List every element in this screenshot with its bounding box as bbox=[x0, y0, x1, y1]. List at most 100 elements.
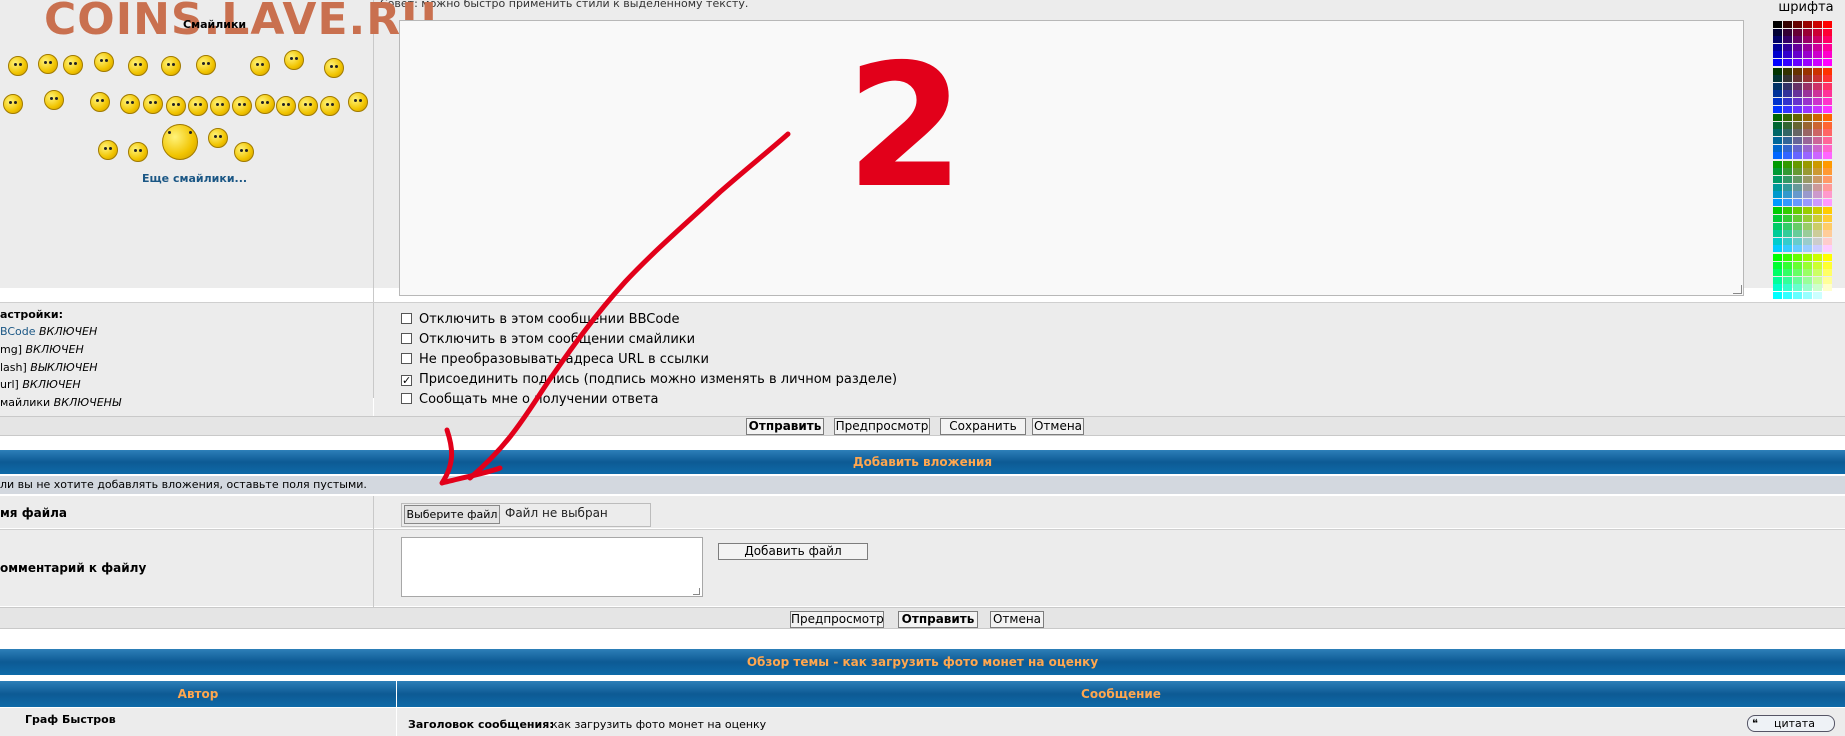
palette-color-swatch[interactable] bbox=[1803, 276, 1812, 284]
smiley-icon[interactable] bbox=[8, 56, 28, 76]
palette-color-swatch[interactable] bbox=[1793, 121, 1802, 129]
palette-color-swatch[interactable] bbox=[1793, 82, 1802, 90]
palette-color-swatch[interactable] bbox=[1813, 90, 1822, 98]
palette-color-swatch[interactable] bbox=[1823, 207, 1832, 215]
palette-color-swatch[interactable] bbox=[1823, 191, 1832, 199]
palette-color-swatch[interactable] bbox=[1783, 276, 1792, 284]
palette-color-swatch[interactable] bbox=[1823, 215, 1832, 222]
palette-color-swatch[interactable] bbox=[1793, 160, 1802, 168]
palette-color-swatch[interactable] bbox=[1813, 198, 1822, 206]
palette-color-swatch[interactable] bbox=[1793, 28, 1802, 36]
palette-color-swatch[interactable] bbox=[1793, 215, 1802, 222]
palette-color-swatch[interactable] bbox=[1823, 222, 1832, 230]
palette-color-swatch[interactable] bbox=[1773, 261, 1782, 269]
palette-color-swatch[interactable] bbox=[1793, 137, 1802, 144]
smiley-icon[interactable] bbox=[90, 92, 110, 112]
palette-color-swatch[interactable] bbox=[1783, 284, 1792, 292]
palette-color-swatch[interactable] bbox=[1783, 137, 1792, 144]
smiley-icon[interactable] bbox=[320, 96, 340, 116]
palette-color-swatch[interactable] bbox=[1813, 144, 1822, 152]
submit-button[interactable]: Отправить bbox=[898, 611, 978, 628]
palette-color-swatch[interactable] bbox=[1793, 230, 1802, 238]
palette-color-swatch[interactable] bbox=[1803, 168, 1812, 176]
palette-color-swatch[interactable] bbox=[1783, 245, 1792, 253]
palette-color-swatch[interactable] bbox=[1813, 237, 1822, 245]
palette-color-swatch[interactable] bbox=[1783, 144, 1792, 152]
palette-color-swatch[interactable] bbox=[1823, 168, 1832, 176]
palette-color-swatch[interactable] bbox=[1783, 237, 1792, 245]
palette-color-swatch[interactable] bbox=[1773, 152, 1782, 160]
palette-color-swatch[interactable] bbox=[1823, 230, 1832, 238]
palette-color-swatch[interactable] bbox=[1793, 51, 1802, 59]
palette-color-swatch[interactable] bbox=[1823, 292, 1832, 299]
palette-color-swatch[interactable] bbox=[1793, 114, 1802, 122]
palette-color-swatch[interactable] bbox=[1823, 198, 1832, 206]
smiley-icon[interactable] bbox=[208, 128, 228, 148]
palette-color-swatch[interactable] bbox=[1803, 144, 1812, 152]
palette-color-swatch[interactable] bbox=[1813, 129, 1822, 137]
cancel-button[interactable]: Отмена bbox=[990, 611, 1044, 628]
palette-color-swatch[interactable] bbox=[1803, 261, 1812, 269]
palette-color-swatch[interactable] bbox=[1773, 21, 1782, 28]
option-notify-reply[interactable]: Сообщать мне о получении ответа bbox=[401, 391, 659, 409]
palette-color-swatch[interactable] bbox=[1823, 43, 1832, 51]
smiley-icon[interactable] bbox=[284, 50, 304, 70]
smiley-icon[interactable] bbox=[94, 52, 114, 72]
palette-color-swatch[interactable] bbox=[1813, 152, 1822, 160]
palette-color-swatch[interactable] bbox=[1783, 121, 1792, 129]
palette-color-swatch[interactable] bbox=[1783, 198, 1792, 206]
palette-color-swatch[interactable] bbox=[1813, 183, 1822, 191]
palette-color-swatch[interactable] bbox=[1803, 137, 1812, 144]
palette-color-swatch[interactable] bbox=[1793, 36, 1802, 44]
palette-color-swatch[interactable] bbox=[1773, 160, 1782, 168]
palette-color-swatch[interactable] bbox=[1803, 105, 1812, 113]
palette-color-swatch[interactable] bbox=[1793, 276, 1802, 284]
palette-color-swatch[interactable] bbox=[1803, 191, 1812, 199]
palette-color-swatch[interactable] bbox=[1803, 43, 1812, 51]
smiley-icon[interactable] bbox=[324, 58, 344, 78]
palette-color-swatch[interactable] bbox=[1773, 183, 1782, 191]
palette-color-swatch[interactable] bbox=[1823, 36, 1832, 44]
palette-color-swatch[interactable] bbox=[1773, 105, 1782, 113]
palette-color-swatch[interactable] bbox=[1803, 114, 1812, 122]
palette-color-swatch[interactable] bbox=[1823, 114, 1832, 122]
palette-color-swatch[interactable] bbox=[1773, 237, 1782, 245]
palette-color-swatch[interactable] bbox=[1783, 28, 1792, 36]
palette-color-swatch[interactable] bbox=[1773, 222, 1782, 230]
palette-color-swatch[interactable] bbox=[1803, 21, 1812, 28]
palette-color-swatch[interactable] bbox=[1793, 59, 1802, 66]
palette-color-swatch[interactable] bbox=[1823, 261, 1832, 269]
palette-color-swatch[interactable] bbox=[1793, 245, 1802, 253]
palette-color-swatch[interactable] bbox=[1813, 176, 1822, 183]
smiley-icon[interactable] bbox=[161, 56, 181, 76]
palette-color-swatch[interactable] bbox=[1813, 215, 1822, 222]
palette-color-swatch[interactable] bbox=[1823, 254, 1832, 261]
palette-color-swatch[interactable] bbox=[1773, 168, 1782, 176]
palette-color-swatch[interactable] bbox=[1773, 121, 1782, 129]
palette-color-swatch[interactable] bbox=[1773, 67, 1782, 75]
palette-color-swatch[interactable] bbox=[1783, 269, 1792, 277]
palette-color-swatch[interactable] bbox=[1823, 59, 1832, 66]
smiley-icon[interactable] bbox=[63, 55, 83, 75]
palette-color-swatch[interactable] bbox=[1783, 292, 1792, 299]
palette-color-swatch[interactable] bbox=[1773, 254, 1782, 261]
palette-color-swatch[interactable] bbox=[1773, 191, 1782, 199]
palette-color-swatch[interactable] bbox=[1783, 207, 1792, 215]
palette-color-swatch[interactable] bbox=[1793, 237, 1802, 245]
smiley-icon[interactable] bbox=[234, 142, 254, 162]
palette-color-swatch[interactable] bbox=[1813, 105, 1822, 113]
smiley-icon[interactable] bbox=[210, 96, 230, 116]
smiley-icon[interactable] bbox=[3, 94, 23, 114]
palette-color-swatch[interactable] bbox=[1793, 222, 1802, 230]
smiley-icon[interactable] bbox=[120, 94, 140, 114]
message-textarea[interactable] bbox=[399, 20, 1744, 296]
palette-color-swatch[interactable] bbox=[1773, 284, 1782, 292]
palette-color-swatch[interactable] bbox=[1803, 284, 1812, 292]
palette-color-swatch[interactable] bbox=[1803, 82, 1812, 90]
palette-color-swatch[interactable] bbox=[1813, 121, 1822, 129]
palette-color-swatch[interactable] bbox=[1803, 230, 1812, 238]
add-file-button[interactable]: Добавить файл bbox=[718, 543, 868, 560]
palette-color-swatch[interactable] bbox=[1823, 21, 1832, 28]
palette-color-swatch[interactable] bbox=[1823, 98, 1832, 105]
palette-color-swatch[interactable] bbox=[1773, 215, 1782, 222]
